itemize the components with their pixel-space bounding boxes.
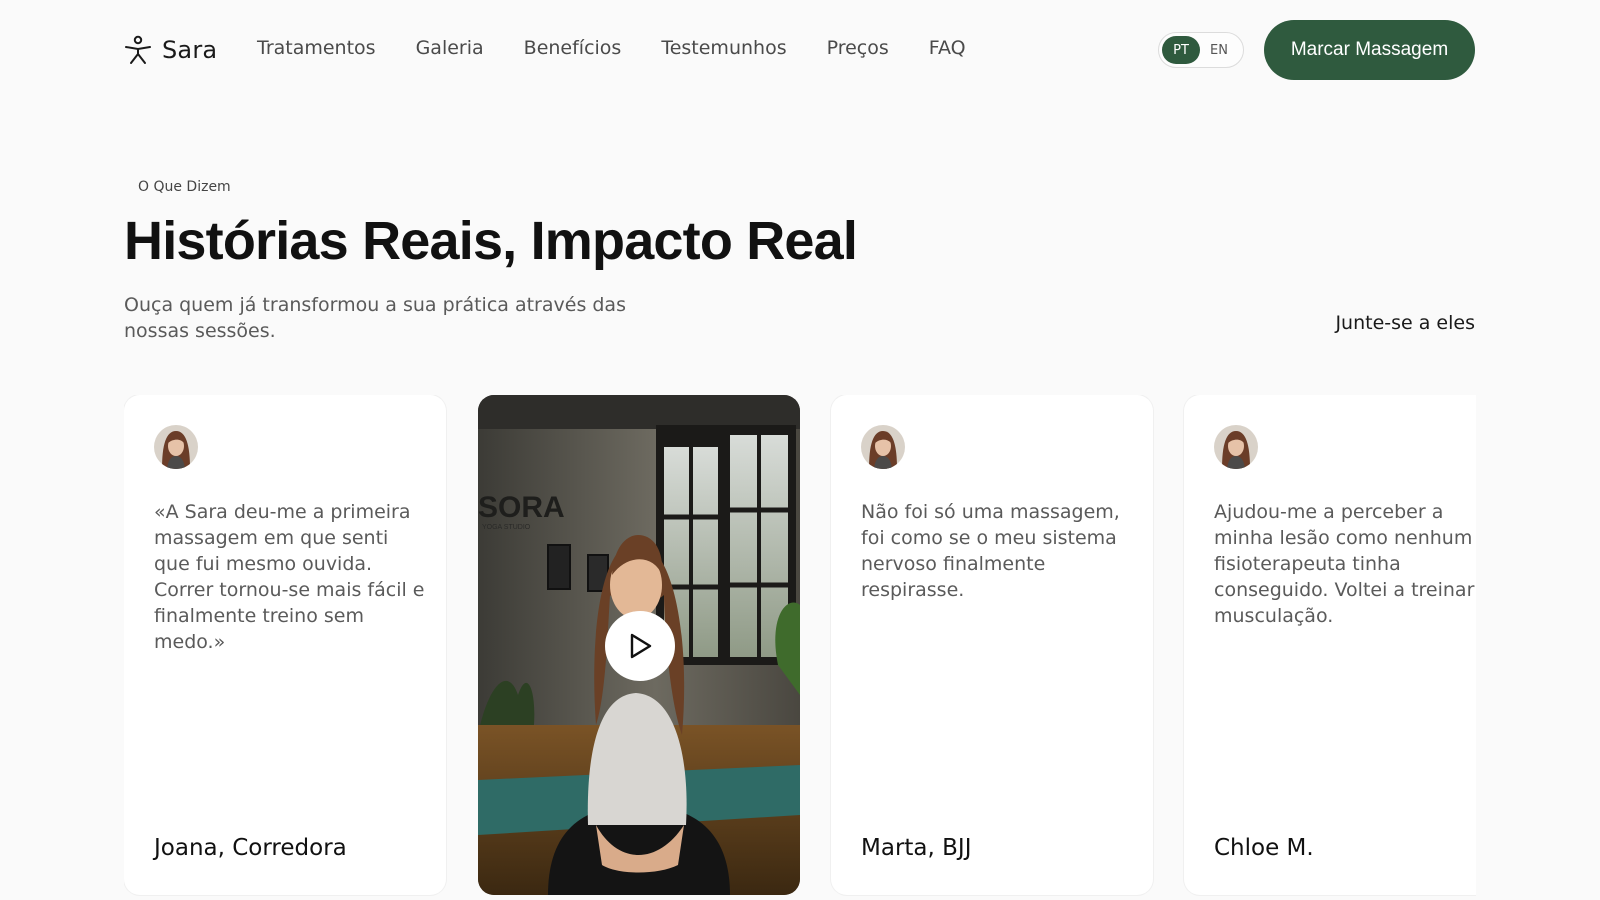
person-stretch-icon: [125, 35, 151, 64]
avatar: [154, 425, 198, 469]
avatar: [861, 425, 905, 469]
avatar: [1214, 425, 1258, 469]
brand-logo[interactable]: Sara: [124, 33, 217, 67]
testimonial-author: Chloe M.: [1214, 835, 1314, 861]
testimonial-author: Joana, Corredora: [154, 835, 347, 861]
language-option-pt[interactable]: PT: [1162, 36, 1200, 64]
section-title: Histórias Reais, Impacto Real: [124, 211, 858, 271]
testimonial-quote: Ajudou-me a perceber a minha lesão como …: [1214, 501, 1475, 627]
nav-link-tratamentos[interactable]: Tratamentos: [257, 37, 376, 59]
section-subtitle: Ouça quem já transformou a sua prática a…: [124, 294, 626, 342]
testimonials-carousel[interactable]: «A Sara deu-me a primeira massagem em qu…: [124, 395, 1476, 900]
main-menu: Tratamentos Galeria Benefícios Testemunh…: [257, 37, 1006, 59]
top-navigation: Sara Tratamentos Galeria Benefícios Test…: [0, 0, 1600, 100]
play-video-button[interactable]: [605, 611, 675, 681]
testimonial-quote: «A Sara deu-me a primeira massagem em qu…: [154, 501, 425, 653]
nav-link-galeria[interactable]: Galeria: [416, 37, 484, 59]
testimonial-card: Não foi só uma massagem, foi como se o m…: [831, 395, 1153, 895]
testimonial-quote: Não foi só uma massagem, foi como se o m…: [861, 501, 1120, 601]
nav-link-precos[interactable]: Preços: [827, 37, 889, 59]
brand-name: Sara: [162, 36, 218, 64]
video-testimonial-card[interactable]: SORA YOGA STUDIO: [478, 395, 800, 895]
testimonial-author: Marta, BJJ: [861, 835, 972, 861]
play-icon: [630, 633, 652, 659]
join-them-link[interactable]: Junte-se a eles: [1335, 312, 1475, 334]
testimonial-card: Ajudou-me a perceber a minha lesão como …: [1184, 395, 1476, 895]
testimonial-card: «A Sara deu-me a primeira massagem em qu…: [124, 395, 446, 895]
language-option-en[interactable]: EN: [1200, 36, 1238, 64]
book-massage-button[interactable]: Marcar Massagem: [1264, 20, 1475, 80]
nav-link-testemunhos[interactable]: Testemunhos: [661, 37, 786, 59]
nav-link-faq[interactable]: FAQ: [929, 37, 966, 59]
nav-link-beneficios[interactable]: Benefícios: [524, 37, 622, 59]
studio-sign: SORA: [478, 491, 565, 524]
studio-sign-sub: YOGA STUDIO: [482, 524, 531, 531]
section-eyebrow: O Que Dizem: [138, 179, 231, 195]
language-switcher: PT EN: [1158, 32, 1244, 68]
